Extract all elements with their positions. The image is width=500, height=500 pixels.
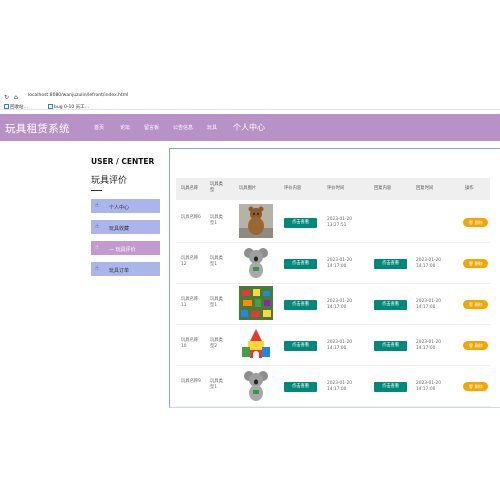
- view-review-button[interactable]: 点击查看: [284, 299, 317, 310]
- column-header-type: 玩具类型: [210, 182, 223, 193]
- delete-icon: 🗑: [468, 302, 474, 307]
- sidebar-item-label: 玩具收藏: [109, 225, 130, 232]
- cell-toy-type: 玩具类型1: [210, 214, 223, 226]
- nav-forum[interactable]: 论坛: [120, 124, 130, 131]
- nav-toys[interactable]: 玩具: [207, 124, 217, 131]
- view-reply-button[interactable]: 点击查看: [374, 381, 407, 392]
- bookmark-icon: [48, 104, 53, 109]
- view-review-button[interactable]: 点击查看: [284, 340, 317, 351]
- delete-button[interactable]: 🗑 删除: [463, 300, 488, 309]
- sidebar-item-label: 玩具订单: [109, 267, 130, 274]
- cell-toy-name: 玩具名称11: [181, 296, 199, 308]
- nav-home[interactable]: 首页: [94, 124, 104, 131]
- column-header-name: 玩具名称: [181, 186, 199, 191]
- column-header-actions: 操作: [465, 186, 474, 191]
- column-header-content: 评价内容: [284, 186, 302, 191]
- sidebar-item-label: 个人中心: [109, 204, 130, 211]
- bookmark-2[interactable]: bug 0-10 员工…: [48, 104, 89, 110]
- toy-image[interactable]: [239, 204, 273, 238]
- cell-eval-time: 2023-01-20 14:17:00: [327, 298, 352, 310]
- home-icon[interactable]: ⌂: [14, 94, 18, 101]
- row-divider: [176, 324, 490, 325]
- column-header-eval-time: 评价时间: [327, 186, 345, 191]
- toy-image[interactable]: [239, 245, 273, 279]
- cell-toy-name: 玩具名称12: [181, 255, 199, 267]
- delete-button[interactable]: 🗑 删除: [463, 341, 488, 350]
- cell-toy-type: 玩具类型2: [210, 337, 223, 349]
- column-header-reply-time: 回复时间: [416, 186, 434, 191]
- view-review-button[interactable]: 点击查看: [284, 258, 317, 269]
- sidebar-subtitle: 玩具评价: [91, 176, 128, 186]
- hand-icon: ☝: [95, 265, 99, 272]
- row-divider: [176, 283, 490, 284]
- cell-eval-time: 2023-01-20 14:17:00: [327, 339, 352, 351]
- nav-personal-center[interactable]: 个人中心: [233, 122, 265, 133]
- sidebar-title: USER / CENTER: [91, 157, 155, 166]
- sidebar-item-favorites[interactable]: ☝ 玩具收藏: [91, 220, 160, 234]
- cell-toy-name: 玩具名称9: [181, 378, 201, 384]
- hand-icon: ☝: [95, 202, 99, 209]
- sidebar-item-orders[interactable]: ☝ 玩具订单: [91, 262, 160, 276]
- delete-icon: 🗑: [468, 261, 474, 266]
- bookmark-icon: [4, 104, 9, 109]
- sidebar-item-reviews[interactable]: ☝ — 玩具评价: [91, 241, 160, 255]
- nav-notices[interactable]: 公告信息: [173, 124, 193, 131]
- cell-eval-time: 2023-01-20 14:17:00: [327, 380, 352, 392]
- view-review-button[interactable]: 点击查看: [284, 217, 317, 228]
- reload-icon[interactable]: ↻: [4, 94, 9, 101]
- delete-button[interactable]: 🗑 删除: [463, 259, 488, 268]
- delete-icon: 🗑: [468, 343, 474, 348]
- browser-chrome: ↻ ⌂ localhost:8080/wanjuzulin/lefront/in…: [0, 88, 500, 110]
- toy-image[interactable]: [239, 327, 273, 361]
- cell-reply-time: 2023-01-20 14:17:00: [416, 257, 441, 269]
- row-divider: [176, 406, 490, 407]
- cell-toy-name: 玩具名称10: [181, 337, 199, 349]
- view-review-button[interactable]: 点击查看: [284, 381, 317, 392]
- divider: [91, 190, 102, 191]
- cell-reply-time: 2023-01-20 14:17:00: [416, 380, 441, 392]
- delete-icon: 🗑: [468, 220, 474, 225]
- toy-image[interactable]: [239, 368, 273, 402]
- top-nav-bar: 玩具租赁系统 首页 论坛 留言板 公告信息 玩具 个人中心: [0, 114, 500, 141]
- site-title[interactable]: 玩具租赁系统: [5, 121, 70, 136]
- bookmark-1[interactable]: 回收站…: [4, 104, 28, 110]
- delete-button[interactable]: 🗑 删除: [463, 382, 488, 391]
- nav-messages[interactable]: 留言板: [144, 124, 159, 131]
- cell-toy-type: 玩具类型1: [210, 378, 223, 390]
- cell-reply-time: 2023-01-20 14:17:00: [416, 298, 441, 310]
- row-divider: [176, 365, 490, 366]
- cell-toy-type: 玩具类型1: [210, 296, 223, 308]
- view-reply-button[interactable]: 点击查看: [374, 258, 407, 269]
- cell-toy-type: 玩具类型1: [210, 255, 223, 267]
- delete-icon: 🗑: [468, 384, 474, 389]
- view-reply-button[interactable]: 点击查看: [374, 340, 407, 351]
- column-header-reply: 回复内容: [374, 186, 392, 191]
- hand-icon: ☝: [95, 244, 99, 251]
- sidebar-item-label: — 玩具评价: [109, 246, 136, 253]
- hand-icon: ☝: [95, 223, 99, 230]
- row-divider: [176, 242, 490, 243]
- column-header-image: 玩具图片: [239, 186, 257, 191]
- sidebar-item-personal-center[interactable]: ☝ 个人中心: [91, 199, 160, 213]
- address-bar[interactable]: localhost:8080/wanjuzulin/lefront/index.…: [28, 93, 128, 98]
- cell-eval-time: 2023-01-20 13:27:51: [327, 216, 352, 228]
- cell-eval-time: 2023-01-20 14:17:00: [327, 257, 352, 269]
- toy-image[interactable]: [239, 286, 273, 320]
- view-reply-button[interactable]: 点击查看: [374, 299, 407, 310]
- cell-reply-time: 2023-01-20 14:17:00: [416, 339, 441, 351]
- delete-button[interactable]: 🗑 删除: [463, 218, 488, 227]
- cell-toy-name: 玩具名称6: [181, 214, 201, 220]
